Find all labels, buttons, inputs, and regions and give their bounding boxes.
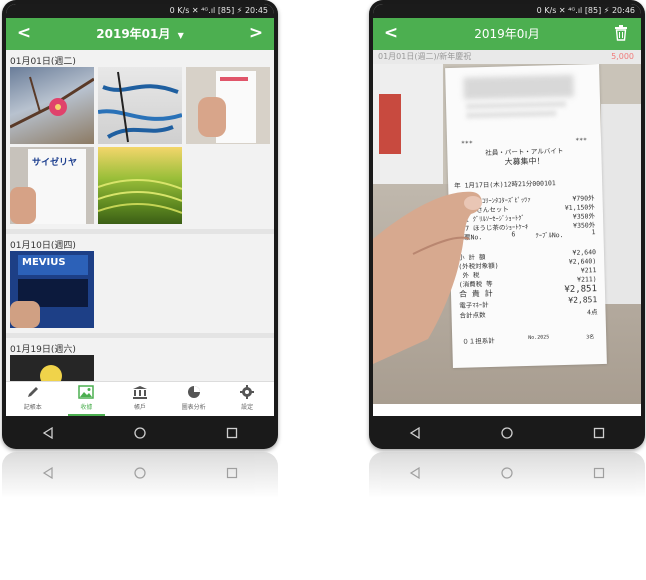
left-phone-reflection [2,452,278,498]
tab-ledger[interactable]: 記帳本 [6,382,60,416]
status-bar: 0 K/s ✕ ⁴ᴳ.ıl [85] ⚡ 20:46 [373,4,641,18]
left-phone: 0 K/s ✕ ⁴ᴳ.ıl [85] ⚡ 20:45 < 2019年01月 ▼ … [2,0,278,449]
terraces-image [98,179,182,214]
hand-shape [198,97,226,137]
tab-charts[interactable]: 圖表分析 [167,382,221,416]
bank-icon [132,386,147,399]
section-date: 01月19日(週六) [10,345,76,355]
hand-shape [10,187,36,224]
entry-amount: 5,000 [611,52,634,61]
recents-square-icon [593,467,605,478]
month-title: 2019年0ı月 [474,27,540,41]
section-date: 01月10日(週四) [10,241,76,251]
section-date: 01月01日(週二) [10,57,76,67]
image-icon [78,385,95,399]
tab-label: 記帳本 [23,404,42,411]
tab-label: 帳戶 [133,404,146,411]
tab-accounts[interactable]: 帳戶 [113,382,167,416]
dropdown-arrow-icon[interactable]: ▼ [178,31,184,40]
tab-label: 設定 [241,404,254,411]
tab-settings[interactable]: 設定 [220,382,274,416]
receipt-thumbnail-saizeriya[interactable]: サイゼリヤ [10,147,94,224]
cables-image [98,71,182,143]
home-circle-icon[interactable] [134,426,146,439]
reflection-nav [369,456,645,489]
hand-shape [10,301,40,328]
pie-chart-icon [187,386,200,398]
receipt-logo [220,77,248,81]
app-bar: < 2019年0ı月 [373,18,641,50]
right-phone-reflection [369,452,645,498]
tab-label: 圖表分析 [181,404,206,411]
back-triangle-icon [42,466,53,479]
app-bar: < 2019年01月 ▼ > [6,18,274,50]
recents-square-icon [226,467,238,478]
receipt-thumbnail-terraces[interactable] [98,147,182,224]
back-triangle-icon[interactable] [42,426,54,439]
trash-icon [615,25,627,41]
home-circle-icon [134,466,146,479]
entry-label: 01月01日(週二)/新年慶祝 [378,52,472,61]
home-circle-icon [501,466,513,479]
entry-header: 01月01日(週二)/新年慶祝 5,000 [373,50,641,64]
thumb-grid: サイゼリヤ [6,65,274,227]
tab-receipts[interactable]: 收據 [60,382,114,416]
thumb-grid: MEVIUS [6,249,274,331]
receipt-thumbnail-receipt[interactable] [186,67,270,144]
home-circle-icon[interactable] [501,426,513,439]
delete-button[interactable] [607,18,635,50]
receipt-brand-text: サイゼリヤ [32,158,78,168]
receipt-photo[interactable]: *** *** 社員・パート・アルバイト 大募集中！ 年 1月17日(木)12時… [373,64,641,404]
system-nav-bar [2,416,278,449]
back-triangle-icon [409,466,420,479]
pencil-icon [27,387,38,397]
receipt-thumbnail-mevius[interactable]: MEVIUS [10,251,94,328]
flower-image [10,76,94,129]
pack-brand-text: MEVIUS [22,257,66,268]
next-month-button[interactable]: > [242,18,270,50]
recents-square-icon[interactable] [226,427,238,439]
reflection-nav [2,456,278,489]
recents-square-icon[interactable] [593,427,605,439]
right-phone: 0 K/s ✕ ⁴ᴳ.ıl [85] ⚡ 20:46 < 2019年0ı月 01… [369,0,645,449]
back-triangle-icon[interactable] [409,426,421,439]
month-title[interactable]: 2019年01月 ▼ [6,18,274,52]
status-bar: 0 K/s ✕ ⁴ᴳ.ıl [85] ⚡ 20:45 [6,4,274,18]
system-nav-bar [369,416,645,449]
left-screen: 0 K/s ✕ ⁴ᴳ.ıl [85] ⚡ 20:45 < 2019年01月 ▼ … [6,4,274,416]
tab-label: 收據 [80,404,93,411]
month-title-text[interactable]: 2019年01月 [96,27,170,41]
bottom-tab-bar: 記帳本 收據 帳戶 圖表分析 設定 [6,381,274,416]
gear-icon [240,385,255,399]
hand-image [373,191,482,364]
receipt-thumbnail-cables[interactable] [98,67,182,144]
receipt-thumbnail-flower[interactable] [10,67,94,144]
right-screen: 0 K/s ✕ ⁴ᴳ.ıl [85] ⚡ 20:46 < 2019年0ı月 01… [373,4,641,416]
